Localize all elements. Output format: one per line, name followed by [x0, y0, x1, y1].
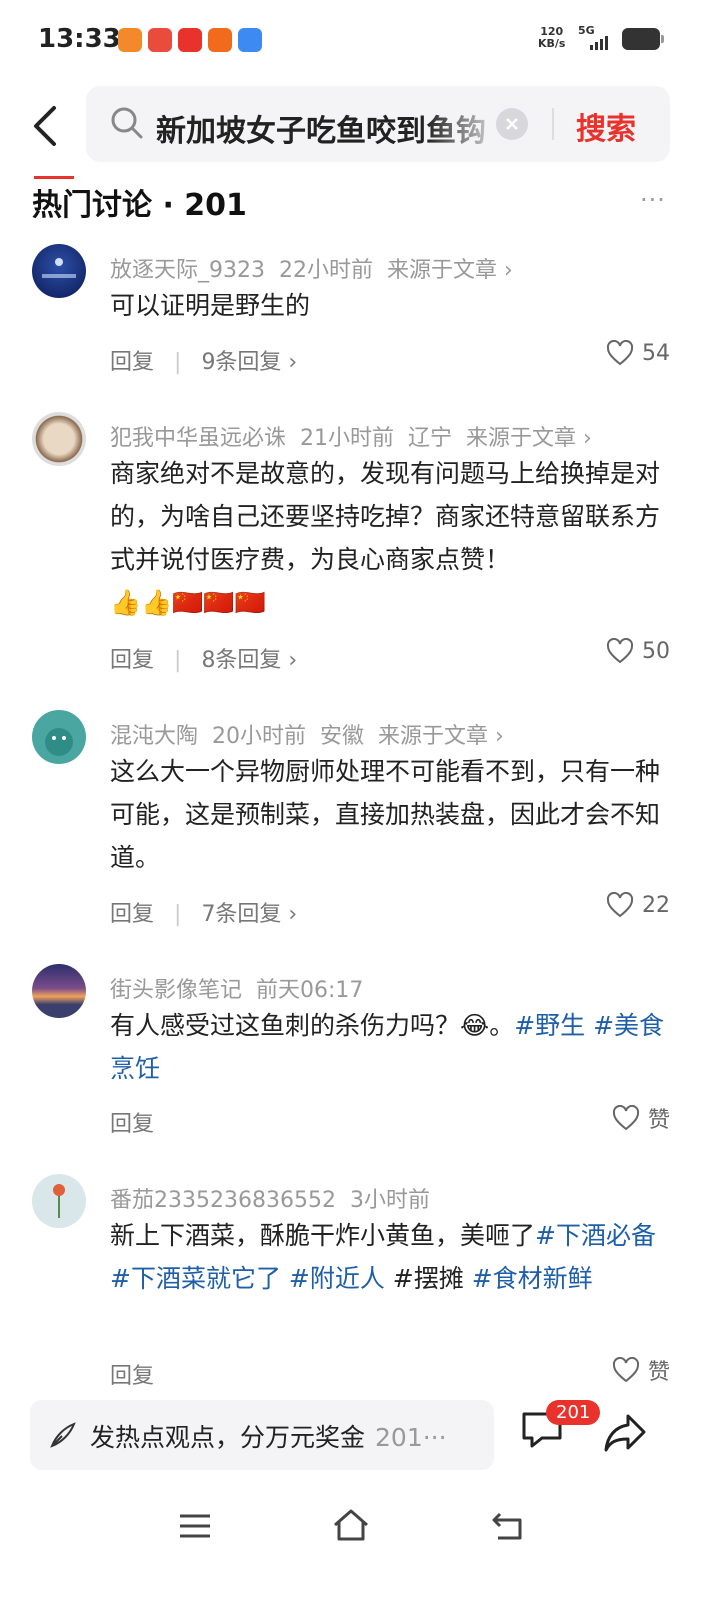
notification-icons	[118, 28, 262, 52]
compose-placeholder: 发热点观点，分万元奖金	[90, 1423, 366, 1452]
comment-text: 有人感受过这鱼刺的杀伤力吗？😂。#野生 #美食烹饪	[110, 1011, 665, 1083]
view-replies-link[interactable]: 7条回复 ›	[201, 902, 297, 927]
comment-text: 商家绝对不是故意的，发现有问题马上给换掉是对的，为啥自己还要坚持吃掉？商家还特意…	[110, 459, 661, 617]
heart-icon	[606, 638, 634, 664]
comment-text: 新上下酒菜，酥脆干炸小黄鱼，美咂了#下酒必备 #下酒菜就它了 #附近人 #摆摊 …	[110, 1221, 656, 1293]
comment-username[interactable]: 混沌大陶	[110, 724, 198, 749]
title-accent	[34, 176, 74, 179]
comment-count-badge: 201	[546, 1400, 601, 1425]
reply-button[interactable]: 回复	[110, 350, 154, 375]
search-bar[interactable]: 新加坡女子吃鱼咬到鱼钩 搜索	[86, 86, 670, 162]
comment-username[interactable]: 放逐天际_9323	[110, 258, 265, 283]
avatar[interactable]	[32, 710, 86, 764]
heart-icon	[606, 340, 634, 366]
home-icon[interactable]	[332, 1508, 370, 1542]
app-notification-icon	[238, 28, 262, 52]
comment-actions: 回复 | 7条回复 ›	[110, 896, 297, 928]
status-bar: 13:33 120 KB/s 5G	[0, 0, 720, 80]
comment-location: 安徽	[320, 724, 365, 749]
comment-meta: 混沌大陶 20小时前 安徽 来源于文章 ›	[110, 718, 518, 750]
comment-username[interactable]: 街头影像笔记	[110, 978, 242, 1003]
like-count: 50	[642, 638, 670, 664]
comment-actions: 回复	[110, 1106, 154, 1138]
search-button[interactable]: 搜索	[576, 104, 636, 148]
comment-username[interactable]: 番茄2335236836552	[110, 1188, 336, 1213]
divider: |	[174, 648, 182, 673]
more-options-button[interactable]: ···	[640, 186, 666, 214]
comment-location: 辽宁	[408, 426, 453, 451]
like-label: 赞	[647, 1360, 670, 1385]
comment-meta: 犯我中华虽远必诛 21小时前 辽宁 来源于文章 ›	[110, 420, 606, 452]
section-title: 热门讨论 · 201	[32, 188, 247, 223]
avatar[interactable]	[32, 1174, 86, 1228]
comment-time: 22小时前	[279, 258, 373, 283]
app-notification-icon	[148, 28, 172, 52]
comment-time: 3小时前	[349, 1188, 430, 1213]
comment-source[interactable]: 来源于文章 ›	[466, 426, 592, 451]
avatar[interactable]	[32, 244, 86, 298]
like-button[interactable]: 54	[606, 340, 670, 366]
like-button[interactable]: 50	[606, 638, 670, 664]
comment-text: 这么大一个异物厨师处理不可能看不到，只有一种可能，这是预制菜，直接加热装盘，因此…	[110, 757, 661, 872]
reply-button[interactable]: 回复	[110, 648, 154, 673]
emoji-row: 👍👍🇨🇳🇨🇳🇨🇳	[110, 588, 266, 617]
like-count: 22	[642, 892, 670, 918]
heart-icon	[612, 1357, 639, 1383]
avatar[interactable]	[32, 964, 86, 1018]
share-icon	[604, 1414, 646, 1452]
avatar[interactable]	[32, 412, 86, 466]
chevron-left-icon	[34, 106, 56, 146]
app-notification-icon	[208, 28, 232, 52]
bottom-action-bar: 发热点观点，分万元奖金 201··· 201	[0, 1394, 720, 1478]
divider: |	[174, 350, 182, 375]
compose-input[interactable]: 发热点观点，分万元奖金 201···	[30, 1400, 494, 1470]
comment-source[interactable]: 来源于文章 ›	[387, 258, 513, 283]
like-button[interactable]: 22	[606, 892, 670, 918]
reply-button[interactable]: 回复	[110, 1112, 154, 1137]
comment-actions: 回复	[110, 1358, 154, 1390]
like-button[interactable]: 赞	[612, 1102, 670, 1134]
status-time: 13:33	[38, 24, 121, 54]
comment-meta: 放逐天际_9323 22小时前 来源于文章 ›	[110, 252, 527, 284]
compose-count: 201···	[375, 1423, 447, 1452]
app-notification-icon	[118, 28, 142, 52]
back-nav-icon[interactable]	[490, 1510, 524, 1542]
battery-icon	[622, 28, 664, 50]
heart-icon	[606, 892, 634, 918]
comment-username[interactable]: 犯我中华虽远必诛	[110, 426, 286, 451]
signal-icon	[590, 36, 608, 50]
heart-icon	[612, 1105, 639, 1131]
clear-icon[interactable]	[496, 108, 528, 140]
reply-button[interactable]: 回复	[110, 902, 154, 927]
net-speed: 120 KB/s	[538, 25, 566, 50]
system-nav-bar	[0, 1490, 720, 1608]
xiaohongshu-icon	[178, 28, 202, 52]
search-icon	[111, 107, 143, 139]
reply-button[interactable]: 回复	[110, 1364, 154, 1389]
comment-time: 20小时前	[212, 724, 307, 749]
comment-actions: 回复 | 8条回复 ›	[110, 642, 297, 674]
divider	[552, 108, 554, 140]
comment-time: 21小时前	[300, 426, 395, 451]
view-replies-link[interactable]: 8条回复 ›	[201, 648, 297, 673]
hashtag-plain: #摆摊	[384, 1264, 472, 1293]
like-label: 赞	[647, 1108, 670, 1133]
comment-actions: 回复 | 9条回复 ›	[110, 344, 297, 376]
search-fade	[426, 100, 506, 148]
menu-icon[interactable]	[178, 1512, 212, 1540]
comment-source[interactable]: 来源于文章 ›	[378, 724, 504, 749]
like-count: 54	[642, 340, 670, 366]
comment-meta: 番茄2335236836552 3小时前	[110, 1182, 444, 1214]
comment-time: 前天06:17	[256, 978, 364, 1003]
divider: |	[174, 902, 182, 927]
like-button[interactable]: 赞	[612, 1354, 670, 1386]
pen-icon	[50, 1422, 76, 1448]
comment-meta: 街头影像笔记 前天06:17	[110, 972, 377, 1004]
comment-text: 可以证明是野生的	[110, 291, 311, 320]
view-replies-link[interactable]: 9条回复 ›	[201, 350, 297, 375]
hashtag-link[interactable]: #食材新鲜	[472, 1264, 593, 1293]
back-button[interactable]	[28, 104, 68, 148]
share-button[interactable]	[602, 1410, 648, 1458]
